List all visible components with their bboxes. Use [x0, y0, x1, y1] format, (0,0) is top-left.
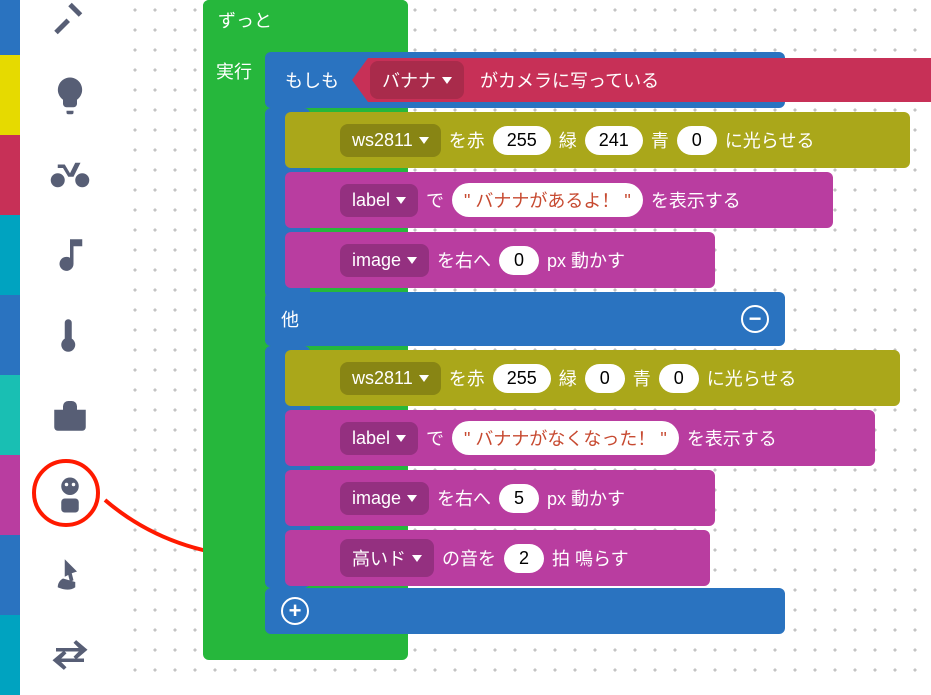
music-icon[interactable]: [35, 215, 105, 295]
chevron-down-icon: [419, 137, 429, 144]
label-text-input[interactable]: " バナナがあるよ！ ": [452, 183, 643, 217]
arrows-icon[interactable]: [35, 615, 105, 695]
note-dropdown[interactable]: 高いド: [340, 539, 434, 577]
bike-icon[interactable]: [35, 135, 105, 215]
chevron-down-icon: [412, 555, 422, 562]
label-text-input[interactable]: " バナナがなくなった！ ": [452, 421, 679, 455]
label-target-dropdown[interactable]: label: [340, 422, 418, 455]
chevron-down-icon: [419, 375, 429, 382]
pointer-icon[interactable]: [35, 535, 105, 615]
cat-stripe: [0, 535, 20, 615]
else-label: 他: [281, 306, 299, 332]
sound-block[interactable]: 高いド の音を 2 拍 鳴らす: [285, 530, 710, 586]
camera-condition-block[interactable]: バナナ がカメラに写っている: [352, 58, 931, 102]
chevron-down-icon: [396, 435, 406, 442]
image-px-input[interactable]: 5: [499, 484, 539, 513]
led-device-dropdown[interactable]: ws2811: [340, 124, 441, 157]
thermometer-icon[interactable]: [35, 295, 105, 375]
cat-stripe: [0, 135, 20, 215]
camera-object-dropdown[interactable]: バナナ: [370, 61, 464, 99]
label-block[interactable]: label で " バナナがあるよ！ " を表示する: [285, 172, 833, 228]
cat-stripe: [0, 0, 20, 55]
led-b-input[interactable]: 0: [659, 364, 699, 393]
highlight-circle: [32, 459, 100, 527]
led-r-input[interactable]: 255: [493, 126, 551, 155]
cat-stripe: [0, 615, 20, 695]
remove-else-icon[interactable]: −: [741, 305, 769, 333]
camera-suffix: がカメラに写っている: [472, 67, 667, 93]
led-r-input[interactable]: 255: [493, 364, 551, 393]
label-block-else[interactable]: label で " バナナがなくなった！ " を表示する: [285, 410, 875, 466]
forever-header[interactable]: ずっと: [203, 0, 408, 40]
else-header[interactable]: 他 −: [265, 292, 785, 346]
cat-stripe: [0, 215, 20, 295]
led-g-input[interactable]: 0: [585, 364, 625, 393]
cat-stripe: [0, 295, 20, 375]
beats-input[interactable]: 2: [504, 544, 544, 573]
chevron-down-icon: [407, 257, 417, 264]
chevron-down-icon: [442, 77, 452, 84]
image-move-block[interactable]: image を右へ 0 px 動かす: [285, 232, 715, 288]
forever-label: ずっと: [203, 7, 280, 33]
cat-stripe: [0, 455, 20, 535]
image-target-dropdown[interactable]: image: [340, 244, 429, 277]
label-target-dropdown[interactable]: label: [340, 184, 418, 217]
led-g-input[interactable]: 241: [585, 126, 643, 155]
led-block-else[interactable]: ws2811 を赤 255 緑 0 青 0 に光らせる: [285, 350, 900, 406]
led-b-input[interactable]: 0: [677, 126, 717, 155]
led-device-dropdown[interactable]: ws2811: [340, 362, 441, 395]
led-block[interactable]: ws2811 を赤 255 緑 241 青 0 に光らせる: [285, 112, 910, 168]
if-label: もしも: [277, 67, 347, 93]
toolbox-icon[interactable]: [35, 375, 105, 455]
chevron-down-icon: [407, 495, 417, 502]
chevron-down-icon: [396, 197, 406, 204]
cat-stripe: [0, 55, 20, 135]
if-footer[interactable]: +: [265, 588, 785, 634]
hammer-icon[interactable]: [35, 0, 105, 55]
image-move-block-else[interactable]: image を右へ 5 px 動かす: [285, 470, 715, 526]
category-sidebar: [0, 0, 130, 675]
add-else-icon[interactable]: +: [281, 597, 309, 625]
do-label: 実行: [216, 58, 252, 84]
image-px-input[interactable]: 0: [499, 246, 539, 275]
cat-stripe: [0, 375, 20, 455]
image-target-dropdown[interactable]: image: [340, 482, 429, 515]
bulb-icon[interactable]: [35, 55, 105, 135]
